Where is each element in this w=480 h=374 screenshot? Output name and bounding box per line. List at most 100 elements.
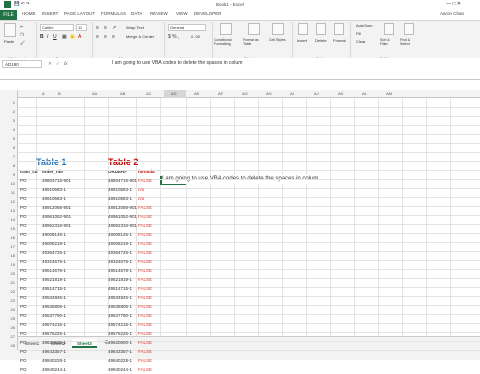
underline-button[interactable]: U: [53, 34, 57, 40]
tab-formulas[interactable]: FORMULAS: [101, 11, 126, 16]
table1-cell-tram-cd[interactable]: PO: [20, 365, 27, 374]
align-right-icon[interactable]: ≡: [112, 34, 115, 40]
insert-cells-icon[interactable]: [298, 23, 308, 35]
select-all-corner[interactable]: [0, 90, 18, 98]
table1-cell-tram-cd[interactable]: PO: [20, 221, 27, 230]
table1-cell-tram-cd[interactable]: PO: [20, 185, 27, 194]
table1-cell-tram-cd[interactable]: PO: [20, 239, 27, 248]
find-select-button[interactable]: Find & Select: [400, 38, 418, 46]
sort-filter-icon[interactable]: [384, 23, 394, 35]
align-left-icon[interactable]: ≡: [96, 34, 99, 40]
row-header[interactable]: 24: [0, 305, 18, 314]
accounting-icon[interactable]: $ % ,: [168, 34, 179, 40]
row-header[interactable]: 5: [0, 134, 18, 143]
column-header-am[interactable]: AM: [386, 91, 392, 96]
table2-cell-formula[interactable]: FALSE: [138, 320, 152, 329]
merge-center-button[interactable]: Merge & Center: [126, 34, 154, 39]
column-header-ab[interactable]: AB: [120, 91, 125, 96]
conditional-formatting-icon[interactable]: [220, 23, 232, 35]
table2-header-order[interactable]: ORDER#: [108, 167, 127, 176]
table1-cell-tram-cd[interactable]: PO: [20, 230, 27, 239]
table1-cell-order-nbr[interactable]: 49537790-1: [42, 311, 66, 320]
row-header[interactable]: 20: [0, 269, 18, 278]
table1-cell-order-nbr[interactable]: 48804715-901: [42, 176, 71, 185]
row-header[interactable]: 15: [0, 224, 18, 233]
table2-cell-formula[interactable]: FALSE: [138, 212, 152, 221]
sort-filter-button[interactable]: Sort & Filter: [380, 38, 398, 46]
quick-access-toolbar[interactable]: 💾 ↶ ↷: [14, 1, 30, 7]
orientation-icon[interactable]: ↗: [112, 25, 116, 31]
table2-cell-formula[interactable]: FALSE: [138, 275, 152, 284]
table1-cell-tram-cd[interactable]: PO: [20, 194, 27, 203]
table1-header-tram-cd[interactable]: tram_cd: [20, 167, 38, 176]
row-header[interactable]: 7: [0, 152, 18, 161]
table1-cell-order-nbr[interactable]: 49521819-1: [42, 275, 66, 284]
table2-cell-formula[interactable]: FALSE: [138, 284, 152, 293]
column-header-ag[interactable]: AG: [242, 91, 248, 96]
delete-button[interactable]: Delete: [315, 38, 327, 43]
align-middle-icon[interactable]: ≡: [104, 25, 107, 31]
name-box[interactable]: AD190: [2, 60, 42, 68]
autosum-button[interactable]: AutoSum: [356, 23, 372, 28]
conditional-formatting-button[interactable]: Conditional Formatting: [214, 38, 240, 46]
table2-cell-formula[interactable]: FALSE: [138, 347, 152, 356]
fill-button[interactable]: Fill: [356, 31, 361, 36]
table2-cell-order[interactable]: 49521819-1: [108, 275, 132, 284]
column-header-ah[interactable]: AH: [266, 91, 272, 96]
row-header[interactable]: 11: [0, 188, 18, 197]
italic-button[interactable]: I: [47, 34, 48, 40]
decimal-icon[interactable]: .0 .00: [190, 34, 200, 39]
row-header[interactable]: 28: [0, 341, 18, 350]
table1-cell-tram-cd[interactable]: PO: [20, 329, 27, 338]
table2-cell-formula[interactable]: FALSE: [138, 302, 152, 311]
table1-cell-order-nbr[interactable]: 49008145-1: [42, 230, 66, 239]
align-top-icon[interactable]: ≡: [96, 25, 99, 31]
table1-cell-tram-cd[interactable]: PO: [20, 212, 27, 221]
row-header[interactable]: 9: [0, 170, 18, 179]
paste-icon[interactable]: [4, 23, 16, 37]
table1-cell-order-nbr[interactable]: 49536806-1: [42, 302, 66, 311]
table1-cell-tram-cd[interactable]: PO: [20, 284, 27, 293]
table2-cell-formula[interactable]: n/a: [138, 185, 144, 194]
table2-cell-order[interactable]: 49574215-1: [108, 320, 132, 329]
table2-cell-order[interactable]: 49324675-1: [108, 257, 132, 266]
table2-cell-order[interactable]: 49364725-1: [108, 248, 132, 257]
table1-cell-order-nbr[interactable]: 48962316-901: [42, 221, 71, 230]
table2-cell-formula[interactable]: FALSE: [138, 257, 152, 266]
tab-file[interactable]: FILE: [0, 10, 17, 20]
row-header[interactable]: 8: [0, 161, 18, 170]
table2-cell-order[interactable]: 48961052-901: [108, 212, 137, 221]
column-header-aj[interactable]: AJ: [314, 91, 319, 96]
fill-color-icon[interactable]: ▣: [70, 34, 75, 40]
table1-cell-order-nbr[interactable]: 48910583-1: [42, 194, 66, 203]
table1-cell-order-nbr[interactable]: 48961052-901: [42, 212, 71, 221]
table1-cell-order-nbr[interactable]: 49940228-1: [42, 356, 66, 365]
table1-cell-tram-cd[interactable]: PO: [20, 248, 27, 257]
paste-button[interactable]: Paste: [4, 39, 14, 44]
row-header[interactable]: 2: [0, 107, 18, 116]
table2-cell-formula[interactable]: FALSE: [138, 329, 152, 338]
tab-review[interactable]: REVIEW: [150, 11, 168, 16]
cancel-icon[interactable]: ✕: [48, 61, 52, 67]
table2-cell-order[interactable]: 49514715-1: [108, 284, 132, 293]
delete-cells-icon[interactable]: [316, 23, 326, 35]
table2-cell-formula[interactable]: FALSE: [138, 239, 152, 248]
enter-icon[interactable]: ✓: [56, 61, 60, 67]
find-select-icon[interactable]: [404, 23, 414, 35]
table2-cell-formula[interactable]: FALSE: [138, 176, 152, 185]
table2-cell-order[interactable]: 49514678-1: [108, 266, 132, 275]
row-header[interactable]: 19: [0, 260, 18, 269]
column-header-aa[interactable]: AA: [92, 91, 97, 96]
table2-cell-order[interactable]: 49008219-1: [108, 239, 132, 248]
font-color-icon[interactable]: A: [78, 34, 81, 40]
format-as-table-button[interactable]: Format as Table: [243, 38, 267, 46]
table1-cell-order-nbr[interactable]: 49364725-1: [42, 248, 66, 257]
table1-cell-order-nbr[interactable]: 49620600-1: [42, 338, 66, 347]
table2-cell-order[interactable]: 49576225-1: [108, 329, 132, 338]
row-header[interactable]: 3: [0, 116, 18, 125]
row-header[interactable]: 18: [0, 251, 18, 260]
cell-styles-button[interactable]: Cell Styles: [269, 38, 289, 42]
row-header[interactable]: 26: [0, 323, 18, 332]
table1-cell-tram-cd[interactable]: PO: [20, 266, 27, 275]
table2-cell-order[interactable]: 49534845-1: [108, 293, 132, 302]
